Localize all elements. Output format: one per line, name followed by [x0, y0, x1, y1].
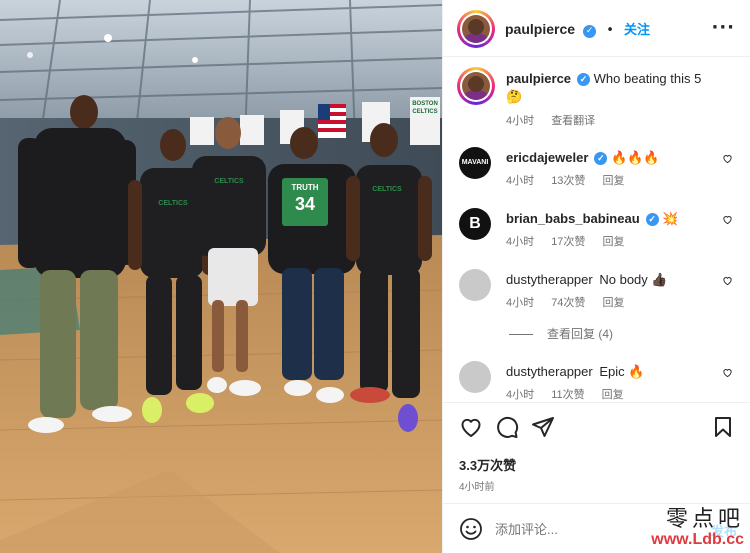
comment-time: 4小时 [506, 297, 535, 309]
avatar[interactable] [457, 10, 495, 48]
comment-text: No body 👍🏿 [599, 272, 668, 287]
header-username[interactable]: paulpierce [505, 21, 575, 37]
comment-icon[interactable] [495, 415, 519, 439]
follow-button[interactable]: 关注 [624, 23, 650, 38]
avatar[interactable] [457, 67, 495, 105]
translate-link[interactable]: 查看翻译 [551, 115, 595, 127]
comment-heart-icon[interactable] [722, 275, 733, 286]
comment-likes[interactable]: 74次赞 [551, 297, 585, 309]
verified-badge-icon: ✓ [577, 73, 591, 86]
shirt-text: CELTICS [214, 178, 244, 185]
comment-likes[interactable]: 17次赞 [551, 236, 585, 248]
post-actions: 3.3万次赞 4小时前 [443, 402, 750, 502]
reply-button[interactable]: 回复 [603, 175, 625, 187]
comment-likes[interactable]: 13次赞 [551, 175, 585, 187]
avatar[interactable] [459, 361, 491, 393]
add-comment-bar: 发布 [443, 503, 750, 553]
emoji-icon[interactable] [459, 517, 483, 541]
caption-username[interactable]: paulpierce [506, 71, 571, 86]
verified-badge-icon: ✓ [583, 25, 597, 38]
comment-text: Epic 🔥 [599, 364, 645, 379]
jersey-text: TRUTH [291, 183, 319, 192]
separator: • [606, 23, 614, 38]
post-header: paulpierce ✓ • 关注 ··· [443, 0, 750, 57]
comment-username[interactable]: dustytherapper [506, 272, 593, 287]
bookmark-icon[interactable] [711, 415, 735, 439]
reply-button[interactable]: 回复 [603, 236, 625, 248]
banner-text: BOSTON CELTICS [412, 101, 438, 115]
comment-heart-icon[interactable] [722, 214, 733, 225]
post-comment-button[interactable]: 发布 [711, 521, 737, 540]
comment-heart-icon[interactable] [722, 153, 733, 164]
shirt-text: CELTICS [372, 186, 402, 193]
shirt-text: CELTICS [158, 200, 188, 207]
comment-heart-icon[interactable] [722, 367, 733, 378]
comment-username[interactable]: dustytherapper [506, 364, 593, 379]
share-icon[interactable] [531, 415, 555, 439]
likes-count[interactable]: 3.3万次赞 [459, 455, 516, 474]
verified-badge-icon: ✓ [645, 213, 659, 226]
comment-input[interactable] [495, 518, 675, 540]
comment-time: 4小时 [506, 389, 535, 401]
verified-badge-icon: ✓ [594, 152, 608, 165]
more-options-icon[interactable]: ··· [711, 17, 735, 38]
comment-username[interactable]: brian_babs_babineau [506, 211, 640, 226]
caption-time: 4小时 [506, 115, 535, 127]
post-image [0, 0, 442, 553]
comment-text: 💥 [662, 211, 679, 226]
post-timestamp: 4小时前 [459, 482, 495, 493]
avatar[interactable]: MAVANI [459, 147, 491, 179]
comment-likes[interactable]: 11次赞 [551, 389, 584, 401]
reply-button[interactable]: 回复 [602, 389, 624, 401]
comment-username[interactable]: ericdajeweler [506, 150, 588, 165]
post-photo[interactable]: BOSTON CELTICS TRUTH 34 CELTICS CELTICS … [0, 0, 442, 553]
post-sidebar: paulpierce ✓ • 关注 ··· paulpierce ✓ Who be… [442, 0, 750, 553]
view-replies-button[interactable]: 查看回复 (4) [507, 325, 613, 342]
heart-icon[interactable] [459, 415, 483, 439]
reply-button[interactable]: 回复 [603, 297, 625, 309]
comments-list[interactable]: paulpierce ✓ Who beating this 5 🤔 4小时 查看翻… [443, 57, 750, 402]
avatar[interactable]: B [459, 208, 491, 240]
comment-time: 4小时 [506, 236, 535, 248]
jersey-number: 34 [294, 194, 316, 214]
comment-time: 4小时 [506, 175, 535, 187]
comment-text: 🔥🔥🔥 [611, 150, 660, 165]
avatar[interactable] [459, 269, 491, 301]
